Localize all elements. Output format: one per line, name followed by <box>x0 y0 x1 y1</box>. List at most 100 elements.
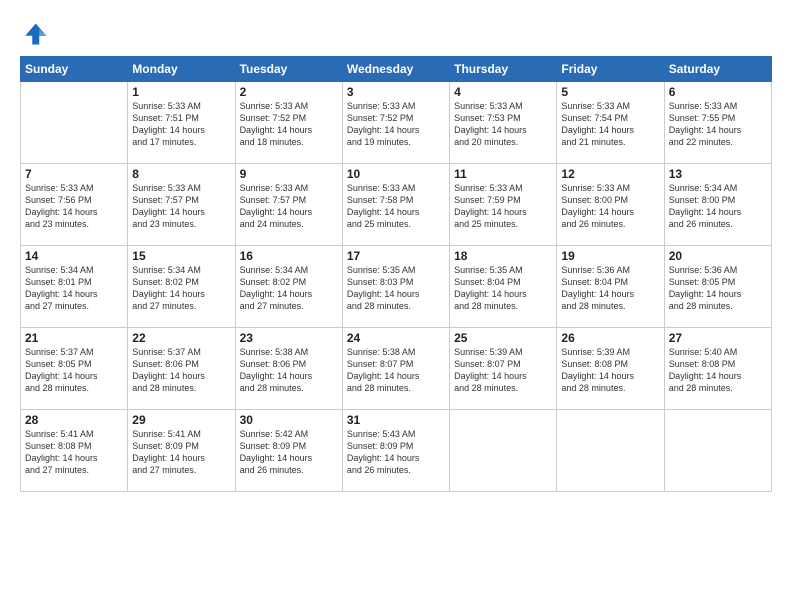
day-number: 19 <box>561 249 659 263</box>
calendar-header-row: SundayMondayTuesdayWednesdayThursdayFrid… <box>21 57 772 82</box>
header <box>20 16 772 48</box>
calendar-cell: 8Sunrise: 5:33 AM Sunset: 7:57 PM Daylig… <box>128 164 235 246</box>
day-info: Sunrise: 5:34 AM Sunset: 8:01 PM Dayligh… <box>25 264 123 313</box>
calendar-cell: 18Sunrise: 5:35 AM Sunset: 8:04 PM Dayli… <box>450 246 557 328</box>
calendar-cell: 2Sunrise: 5:33 AM Sunset: 7:52 PM Daylig… <box>235 82 342 164</box>
calendar-cell: 4Sunrise: 5:33 AM Sunset: 7:53 PM Daylig… <box>450 82 557 164</box>
calendar-cell: 14Sunrise: 5:34 AM Sunset: 8:01 PM Dayli… <box>21 246 128 328</box>
calendar-cell: 5Sunrise: 5:33 AM Sunset: 7:54 PM Daylig… <box>557 82 664 164</box>
calendar-table: SundayMondayTuesdayWednesdayThursdayFrid… <box>20 56 772 492</box>
calendar-cell: 24Sunrise: 5:38 AM Sunset: 8:07 PM Dayli… <box>342 328 449 410</box>
calendar-cell: 3Sunrise: 5:33 AM Sunset: 7:52 PM Daylig… <box>342 82 449 164</box>
day-number: 29 <box>132 413 230 427</box>
day-number: 23 <box>240 331 338 345</box>
day-info: Sunrise: 5:42 AM Sunset: 8:09 PM Dayligh… <box>240 428 338 477</box>
day-number: 13 <box>669 167 767 181</box>
day-info: Sunrise: 5:33 AM Sunset: 7:54 PM Dayligh… <box>561 100 659 149</box>
day-info: Sunrise: 5:41 AM Sunset: 8:08 PM Dayligh… <box>25 428 123 477</box>
day-number: 5 <box>561 85 659 99</box>
day-number: 11 <box>454 167 552 181</box>
day-number: 28 <box>25 413 123 427</box>
day-info: Sunrise: 5:33 AM Sunset: 7:57 PM Dayligh… <box>240 182 338 231</box>
day-info: Sunrise: 5:33 AM Sunset: 7:52 PM Dayligh… <box>347 100 445 149</box>
day-number: 21 <box>25 331 123 345</box>
day-number: 10 <box>347 167 445 181</box>
day-number: 27 <box>669 331 767 345</box>
day-info: Sunrise: 5:38 AM Sunset: 8:07 PM Dayligh… <box>347 346 445 395</box>
day-number: 3 <box>347 85 445 99</box>
logo <box>20 20 52 48</box>
calendar-cell: 13Sunrise: 5:34 AM Sunset: 8:00 PM Dayli… <box>664 164 771 246</box>
day-info: Sunrise: 5:43 AM Sunset: 8:09 PM Dayligh… <box>347 428 445 477</box>
calendar-cell <box>664 410 771 492</box>
day-number: 9 <box>240 167 338 181</box>
day-header-monday: Monday <box>128 57 235 82</box>
day-number: 16 <box>240 249 338 263</box>
calendar-cell: 26Sunrise: 5:39 AM Sunset: 8:08 PM Dayli… <box>557 328 664 410</box>
day-info: Sunrise: 5:34 AM Sunset: 8:02 PM Dayligh… <box>240 264 338 313</box>
day-info: Sunrise: 5:35 AM Sunset: 8:04 PM Dayligh… <box>454 264 552 313</box>
calendar-cell: 17Sunrise: 5:35 AM Sunset: 8:03 PM Dayli… <box>342 246 449 328</box>
day-number: 30 <box>240 413 338 427</box>
calendar-cell: 31Sunrise: 5:43 AM Sunset: 8:09 PM Dayli… <box>342 410 449 492</box>
calendar-week-4: 21Sunrise: 5:37 AM Sunset: 8:05 PM Dayli… <box>21 328 772 410</box>
calendar-week-5: 28Sunrise: 5:41 AM Sunset: 8:08 PM Dayli… <box>21 410 772 492</box>
calendar-cell: 12Sunrise: 5:33 AM Sunset: 8:00 PM Dayli… <box>557 164 664 246</box>
calendar-cell: 21Sunrise: 5:37 AM Sunset: 8:05 PM Dayli… <box>21 328 128 410</box>
day-number: 6 <box>669 85 767 99</box>
day-number: 8 <box>132 167 230 181</box>
day-info: Sunrise: 5:33 AM Sunset: 7:59 PM Dayligh… <box>454 182 552 231</box>
calendar-cell: 9Sunrise: 5:33 AM Sunset: 7:57 PM Daylig… <box>235 164 342 246</box>
logo-icon <box>20 20 48 48</box>
calendar-cell: 27Sunrise: 5:40 AM Sunset: 8:08 PM Dayli… <box>664 328 771 410</box>
day-info: Sunrise: 5:33 AM Sunset: 7:57 PM Dayligh… <box>132 182 230 231</box>
day-info: Sunrise: 5:33 AM Sunset: 7:58 PM Dayligh… <box>347 182 445 231</box>
calendar-cell: 1Sunrise: 5:33 AM Sunset: 7:51 PM Daylig… <box>128 82 235 164</box>
calendar-cell: 11Sunrise: 5:33 AM Sunset: 7:59 PM Dayli… <box>450 164 557 246</box>
day-info: Sunrise: 5:33 AM Sunset: 7:53 PM Dayligh… <box>454 100 552 149</box>
day-number: 14 <box>25 249 123 263</box>
day-number: 26 <box>561 331 659 345</box>
calendar-cell: 22Sunrise: 5:37 AM Sunset: 8:06 PM Dayli… <box>128 328 235 410</box>
calendar-cell: 10Sunrise: 5:33 AM Sunset: 7:58 PM Dayli… <box>342 164 449 246</box>
day-info: Sunrise: 5:39 AM Sunset: 8:07 PM Dayligh… <box>454 346 552 395</box>
day-info: Sunrise: 5:36 AM Sunset: 8:04 PM Dayligh… <box>561 264 659 313</box>
day-number: 1 <box>132 85 230 99</box>
day-number: 2 <box>240 85 338 99</box>
day-info: Sunrise: 5:33 AM Sunset: 7:52 PM Dayligh… <box>240 100 338 149</box>
day-info: Sunrise: 5:38 AM Sunset: 8:06 PM Dayligh… <box>240 346 338 395</box>
day-number: 20 <box>669 249 767 263</box>
calendar-week-3: 14Sunrise: 5:34 AM Sunset: 8:01 PM Dayli… <box>21 246 772 328</box>
calendar-cell: 15Sunrise: 5:34 AM Sunset: 8:02 PM Dayli… <box>128 246 235 328</box>
calendar-cell <box>21 82 128 164</box>
day-info: Sunrise: 5:41 AM Sunset: 8:09 PM Dayligh… <box>132 428 230 477</box>
page: SundayMondayTuesdayWednesdayThursdayFrid… <box>0 0 792 612</box>
calendar-cell: 28Sunrise: 5:41 AM Sunset: 8:08 PM Dayli… <box>21 410 128 492</box>
day-number: 22 <box>132 331 230 345</box>
day-header-tuesday: Tuesday <box>235 57 342 82</box>
day-info: Sunrise: 5:33 AM Sunset: 8:00 PM Dayligh… <box>561 182 659 231</box>
calendar-cell: 20Sunrise: 5:36 AM Sunset: 8:05 PM Dayli… <box>664 246 771 328</box>
day-number: 7 <box>25 167 123 181</box>
calendar-cell: 19Sunrise: 5:36 AM Sunset: 8:04 PM Dayli… <box>557 246 664 328</box>
calendar-cell: 6Sunrise: 5:33 AM Sunset: 7:55 PM Daylig… <box>664 82 771 164</box>
day-header-friday: Friday <box>557 57 664 82</box>
day-info: Sunrise: 5:34 AM Sunset: 8:00 PM Dayligh… <box>669 182 767 231</box>
day-info: Sunrise: 5:37 AM Sunset: 8:05 PM Dayligh… <box>25 346 123 395</box>
day-number: 4 <box>454 85 552 99</box>
calendar-cell: 16Sunrise: 5:34 AM Sunset: 8:02 PM Dayli… <box>235 246 342 328</box>
day-header-saturday: Saturday <box>664 57 771 82</box>
day-header-sunday: Sunday <box>21 57 128 82</box>
day-info: Sunrise: 5:33 AM Sunset: 7:56 PM Dayligh… <box>25 182 123 231</box>
calendar-cell: 30Sunrise: 5:42 AM Sunset: 8:09 PM Dayli… <box>235 410 342 492</box>
day-number: 12 <box>561 167 659 181</box>
calendar-cell <box>557 410 664 492</box>
day-info: Sunrise: 5:36 AM Sunset: 8:05 PM Dayligh… <box>669 264 767 313</box>
day-number: 17 <box>347 249 445 263</box>
day-header-thursday: Thursday <box>450 57 557 82</box>
day-number: 15 <box>132 249 230 263</box>
day-info: Sunrise: 5:40 AM Sunset: 8:08 PM Dayligh… <box>669 346 767 395</box>
day-info: Sunrise: 5:33 AM Sunset: 7:51 PM Dayligh… <box>132 100 230 149</box>
calendar-week-1: 1Sunrise: 5:33 AM Sunset: 7:51 PM Daylig… <box>21 82 772 164</box>
day-info: Sunrise: 5:33 AM Sunset: 7:55 PM Dayligh… <box>669 100 767 149</box>
